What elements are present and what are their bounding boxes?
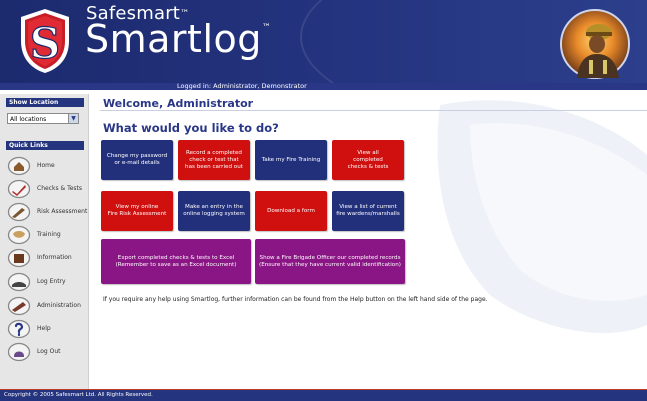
tile-label-line: Show a Fire Brigade Officer our complete… <box>259 254 401 261</box>
risk-assessment-icon <box>7 202 31 222</box>
sidebar-item-label: Checks & Tests <box>37 185 83 192</box>
change-password-tile[interactable]: Change my password or e-mail details <box>101 140 173 180</box>
show-location-heading: Show Location <box>6 98 84 107</box>
tile-label-line: View a list of current <box>339 204 397 210</box>
log-entry-icon <box>7 272 31 292</box>
fire-wardens-tile[interactable]: View a list of current fire wardens/marsh… <box>332 191 404 231</box>
status-strip <box>0 83 647 90</box>
help-icon <box>7 319 31 339</box>
sidebar-item-checks-tests[interactable]: Checks & Tests <box>7 179 87 199</box>
tile-label-line: View all <box>357 149 379 156</box>
firefighter-image <box>560 9 630 79</box>
sidebar-item-help[interactable]: Help <box>7 319 87 339</box>
sidebar-item-administration[interactable]: Administration <box>7 296 87 316</box>
sidebar-item-training[interactable]: Training <box>7 225 87 245</box>
sidebar-item-log-entry[interactable]: Log Entry <box>7 272 87 292</box>
location-select-value: All locations <box>10 116 47 123</box>
sidebar-item-label: Training <box>37 231 61 238</box>
sidebar-item-label: Administration <box>37 302 81 309</box>
tile-label-line: Export completed checks & tests to Excel <box>117 254 235 261</box>
tile-label-line: Change my password <box>106 153 168 159</box>
checks-tests-icon <box>7 179 31 199</box>
tile-label-line: (Remember to save as an Excel document) <box>115 261 237 268</box>
tile-label-line: Make an entry in the <box>185 204 243 210</box>
shield-watermark <box>437 100 647 334</box>
logged-in-status: Logged in: Administrator, Demonstrator <box>177 82 307 90</box>
export-excel-tile[interactable]: Export completed checks & tests to Excel… <box>101 239 251 284</box>
download-form-tile[interactable]: Download a form <box>255 191 327 231</box>
chevron-down-icon[interactable]: ▼ <box>68 114 78 123</box>
tile-label-line: Download a form <box>267 207 315 214</box>
section-heading: What would you like to do? <box>103 121 279 135</box>
sidebar-item-label: Home <box>37 162 55 169</box>
sidebar-item-label: Log Entry <box>37 278 66 285</box>
tile-label-line: (Ensure that they have current valid ide… <box>259 261 401 268</box>
record-check-tile[interactable]: Record a completed check or test that has … <box>178 140 250 180</box>
fire-brigade-records-tile[interactable]: Show a Fire Brigade Officer our complete… <box>255 239 405 284</box>
information-icon <box>7 248 31 268</box>
help-text: If you require any help using Smartlog, … <box>103 296 488 303</box>
administration-icon <box>7 296 31 316</box>
fire-training-tile[interactable]: Take my Fire Training <box>255 140 327 180</box>
home-icon <box>7 156 31 176</box>
sidebar-item-risk-assessment[interactable]: Risk Assessment <box>7 202 87 222</box>
page-title: Welcome, Administrator <box>103 97 254 110</box>
tile-label-line: completed <box>353 156 383 163</box>
svg-text:S: S <box>30 19 60 68</box>
tile-label-line: Record a completed <box>185 149 242 156</box>
tile-label-line: check or test that <box>189 156 239 163</box>
safesmart-shield-logo: S <box>21 9 69 73</box>
tile-label-line: fire wardens/marshalls <box>336 211 400 217</box>
tile-label-line: online logging system <box>183 211 245 217</box>
log-entry-tile[interactable]: Make an entry in the online logging syste… <box>178 191 250 231</box>
sidebar-item-label: Risk Assessment <box>37 208 88 215</box>
sidebar-item-label: Log Out <box>37 348 61 355</box>
tile-label-line: or e-mail details <box>114 160 160 166</box>
training-icon <box>7 225 31 245</box>
title-divider <box>100 110 647 111</box>
brand-smartlog: Smartlog™ <box>85 17 272 61</box>
sidebar-item-information[interactable]: Information <box>7 248 87 268</box>
copyright-text: Copyright © 2005 Safesmart Ltd. All Righ… <box>4 392 153 398</box>
view-checks-tile[interactable]: View all completed checks & tests <box>332 140 404 180</box>
fire-risk-assessment-tile[interactable]: View my online Fire Risk Assessment <box>101 191 173 231</box>
sidebar-item-home[interactable]: Home <box>7 156 87 176</box>
tile-label-line: checks & tests <box>347 163 389 170</box>
sidebar-item-log-out[interactable]: Log Out <box>7 342 87 362</box>
log-out-icon <box>7 342 31 362</box>
sidebar-item-label: Help <box>37 325 51 332</box>
header-banner: S Safesmart™ Smartlog™ <box>0 0 647 83</box>
sidebar-item-label: Information <box>37 254 72 261</box>
quick-links-heading: Quick Links <box>6 141 84 150</box>
tile-label-line: has been carried out <box>185 163 243 170</box>
tile-label-line: Take my Fire Training <box>261 156 321 163</box>
tile-label-line: Fire Risk Assessment <box>107 211 167 217</box>
location-select[interactable]: All locations ▼ <box>7 113 79 124</box>
tile-label-line: View my online <box>115 204 159 210</box>
